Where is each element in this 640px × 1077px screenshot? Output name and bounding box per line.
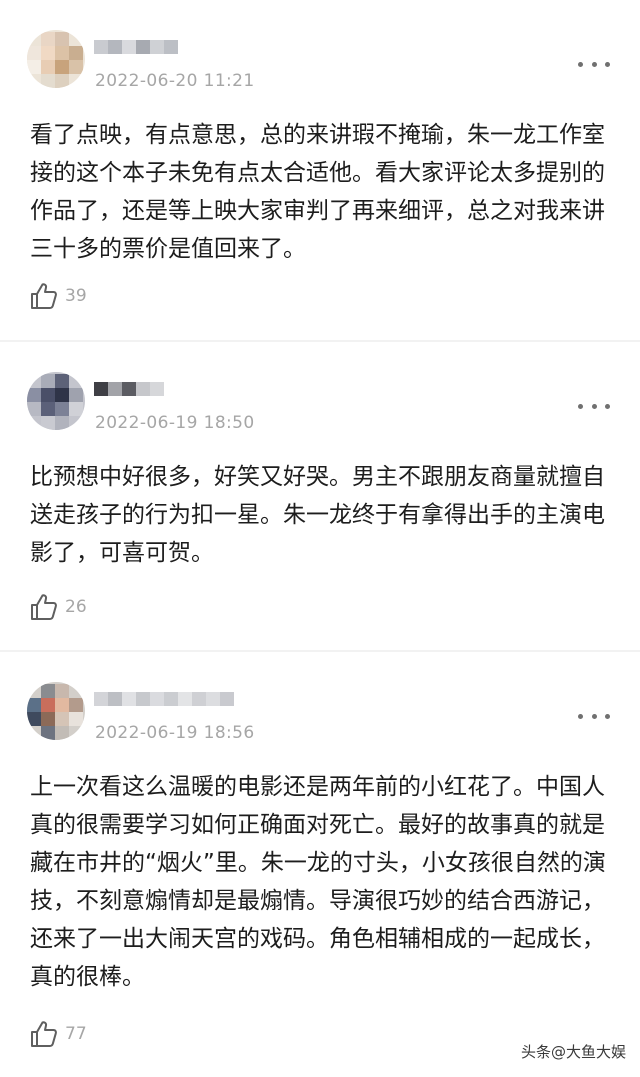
avatar[interactable] [27, 30, 85, 88]
review-card: 2022-06-19 18:56 上一次看这么温暖的电影还是两年前的小红花了。中… [0, 652, 640, 1077]
more-dots-icon[interactable] [578, 52, 610, 76]
avatar[interactable] [27, 682, 85, 740]
review-card: 2022-06-20 11:21 看了点映，有点意思，总的来讲瑕不掩瑜，朱一龙工… [0, 0, 640, 340]
watermark: 头条@大鱼大娱 [520, 1043, 626, 1061]
like-button[interactable]: 39 [29, 281, 87, 311]
thumbs-up-icon [31, 1021, 57, 1047]
like-count: 26 [65, 597, 87, 617]
like-button[interactable]: 77 [29, 1019, 87, 1049]
like-count: 39 [65, 286, 87, 306]
review-date: 2022-06-19 18:56 [95, 723, 255, 743]
like-count: 77 [65, 1024, 87, 1044]
review-card: 2022-06-19 18:50 比预想中好很多，好笑又好哭。男主不跟朋友商量就… [0, 342, 640, 650]
like-button[interactable]: 26 [29, 592, 87, 622]
review-date: 2022-06-20 11:21 [95, 71, 255, 91]
review-date: 2022-06-19 18:50 [95, 413, 255, 433]
thumbs-up-icon [31, 283, 57, 309]
more-dots-icon[interactable] [578, 704, 610, 728]
thumbs-up-icon [31, 594, 57, 620]
more-dots-icon[interactable] [578, 394, 610, 418]
review-text: 比预想中好很多，好笑又好哭。男主不跟朋友商量就擅自送走孩子的行为扣一星。朱一龙终… [30, 464, 605, 566]
review-text: 看了点映，有点意思，总的来讲瑕不掩瑜，朱一龙工作室接的这个本子未免有点太合适他。… [30, 122, 605, 262]
review-text: 上一次看这么温暖的电影还是两年前的小红花了。中国人真的很需要学习如何正确面对死亡… [30, 774, 606, 990]
avatar[interactable] [27, 372, 85, 430]
